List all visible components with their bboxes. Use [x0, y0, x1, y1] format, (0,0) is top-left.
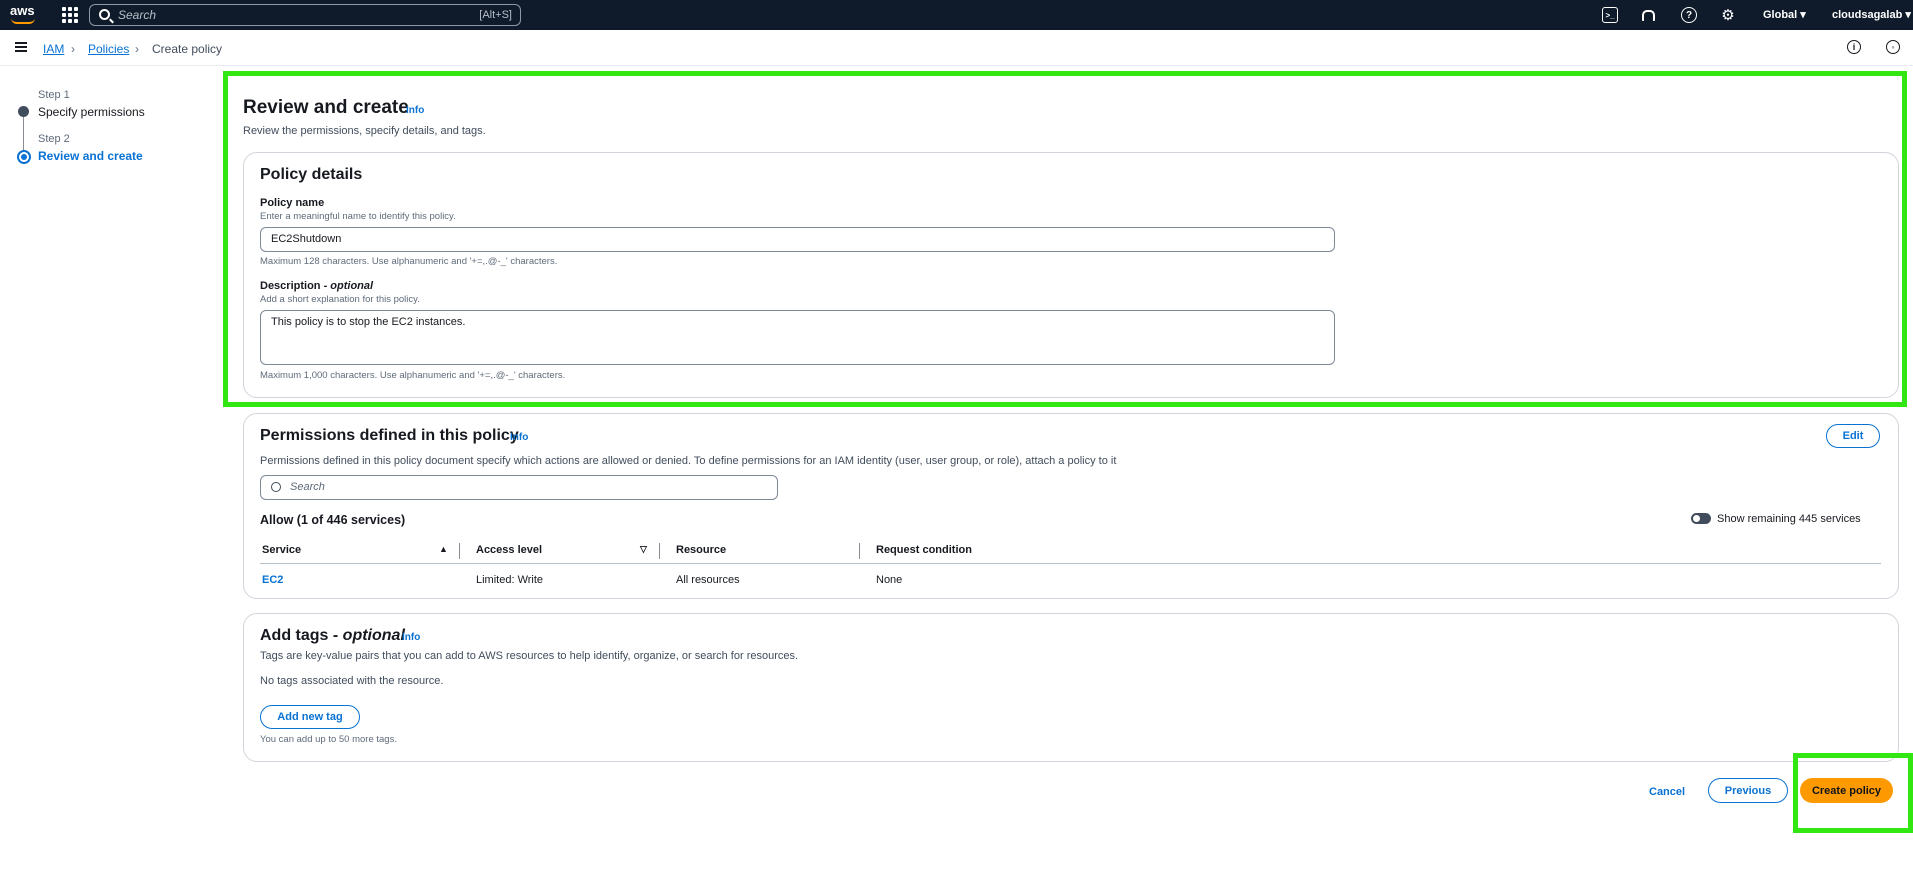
permissions-search-input[interactable]: Search	[260, 475, 778, 500]
chevron-right-icon: ›	[71, 42, 75, 56]
breadcrumb-bar: IAM › Policies › Create policy i ◦	[0, 30, 1913, 66]
permissions-search-placeholder: Search	[290, 481, 325, 493]
aws-logo[interactable]: aws	[10, 4, 40, 25]
tags-card	[243, 613, 1899, 762]
step-2-label: Step 2	[38, 133, 70, 145]
service-link-ec2[interactable]: EC2	[262, 574, 283, 586]
menu-icon[interactable]	[15, 42, 27, 52]
search-placeholder: Search	[118, 8, 157, 22]
allow-title: Allow (1 of 446 services)	[260, 513, 406, 527]
request-condition-cell: None	[876, 574, 903, 586]
table-header-divider	[260, 563, 1881, 564]
account-menu[interactable]: cloudsagalab ▾	[1832, 8, 1911, 21]
notifications-bell-icon[interactable]	[1640, 7, 1656, 23]
permissions-title: Permissions defined in this policy	[260, 427, 519, 444]
settings-gear-icon[interactable]: ⚙	[1720, 7, 1736, 24]
cloudshell-icon[interactable]: >_	[1602, 7, 1618, 23]
search-icon	[271, 482, 281, 492]
step-connector	[23, 112, 24, 152]
show-remaining-label: Show remaining 445 services	[1717, 513, 1861, 525]
highlight-review-section	[223, 71, 1907, 407]
tags-empty-message: No tags associated with the resource.	[260, 675, 444, 687]
column-header-resource[interactable]: Resource	[676, 544, 726, 556]
column-header-access-level[interactable]: Access level	[476, 544, 542, 556]
column-header-request-condition[interactable]: Request condition	[876, 544, 972, 556]
breadcrumb-policies[interactable]: Policies	[88, 42, 129, 56]
column-header-service[interactable]: Service	[262, 544, 301, 556]
breadcrumb-iam[interactable]: IAM	[43, 42, 64, 56]
region-selector[interactable]: Global ▾	[1763, 8, 1806, 21]
global-search-input[interactable]: Search [Alt+S]	[89, 4, 521, 26]
highlight-create-button	[1793, 753, 1913, 833]
edit-button[interactable]: Edit	[1826, 424, 1880, 448]
search-icon	[99, 9, 110, 20]
top-nav-bar: aws Search [Alt+S] >_ ? ⚙ Global ▾ cloud…	[0, 0, 1913, 30]
sort-descending-icon[interactable]: ▽	[640, 544, 647, 555]
column-divider	[459, 543, 460, 559]
step-2-name: Review and create	[38, 149, 143, 163]
tags-description: Tags are key-value pairs that you can ad…	[260, 650, 799, 662]
add-new-tag-button[interactable]: Add new tag	[260, 705, 360, 729]
feedback-icon[interactable]: ◦	[1886, 40, 1900, 54]
permissions-description: Permissions defined in this policy docum…	[260, 455, 1117, 467]
services-menu-icon[interactable]	[62, 7, 78, 23]
chevron-right-icon: ›	[135, 42, 139, 56]
tags-info-link[interactable]: Info	[402, 632, 420, 643]
sort-ascending-icon[interactable]: ▲	[439, 544, 448, 554]
search-shortcut: [Alt+S]	[479, 9, 512, 21]
column-divider	[859, 543, 860, 559]
show-remaining-toggle[interactable]	[1691, 513, 1711, 524]
tags-limit-hint: You can add up to 50 more tags.	[260, 734, 397, 745]
access-level-cell: Limited: Write	[476, 574, 544, 586]
breadcrumb-current: Create policy	[152, 42, 223, 56]
step-1-name[interactable]: Specify permissions	[38, 105, 145, 119]
permissions-info-link[interactable]: Info	[510, 432, 528, 443]
info-panel-icon[interactable]: i	[1847, 40, 1861, 54]
step-1-indicator	[18, 106, 29, 117]
resource-cell: All resources	[676, 574, 740, 586]
previous-button[interactable]: Previous	[1708, 778, 1788, 803]
step-1-label: Step 1	[38, 89, 70, 101]
help-icon[interactable]: ?	[1681, 7, 1697, 23]
tags-title: Add tags - optional	[260, 627, 405, 644]
step-2-indicator	[17, 150, 31, 164]
cancel-button[interactable]: Cancel	[1649, 786, 1685, 798]
column-divider	[659, 543, 660, 559]
